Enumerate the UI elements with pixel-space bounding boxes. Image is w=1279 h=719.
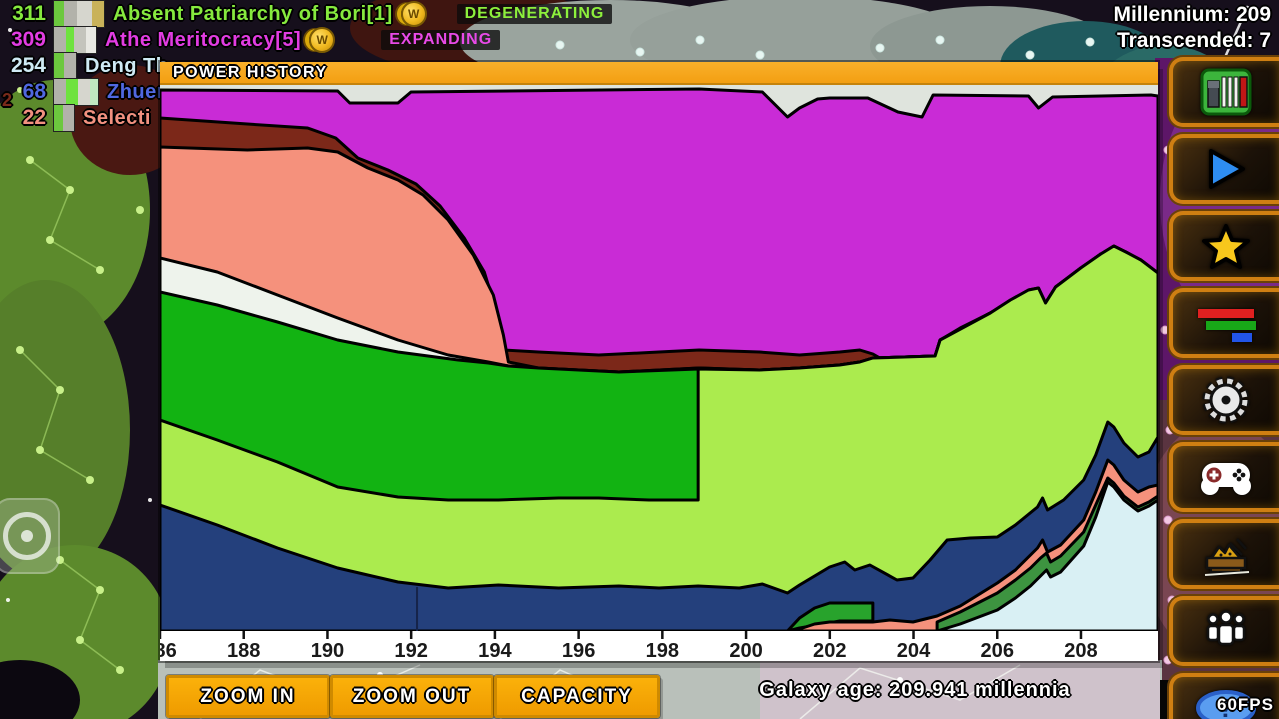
sidebar-button-library[interactable] (1169, 57, 1279, 127)
power-history-window: POWER HISTORY 186 188 190 192 194 196 198 200 20… (160, 62, 1158, 661)
x-axis-tick-label: 194 (478, 640, 512, 661)
settings-gear-icon (1201, 375, 1251, 425)
x-axis-tick-label: 196 (562, 640, 595, 661)
faction-power: 311 (0, 2, 46, 26)
faction-power-bar-icon (53, 78, 99, 106)
sidebar-button-sandbox[interactable] (1169, 519, 1279, 589)
capacity-button[interactable]: CAPACITY (494, 675, 660, 718)
faction-row-3[interactable]: 254 Deng Th (0, 53, 169, 79)
era-counters: Millennium: 209 Transcended: 7 (1113, 2, 1271, 54)
millennium-label: Millennium: 209 (1113, 2, 1271, 28)
war-coin-icon: W (401, 1, 427, 27)
sidebar-button-star[interactable] (1169, 211, 1279, 281)
x-axis-tick-label: 190 (311, 640, 344, 661)
screen: { "header": { "millennium": "Millennium:… (0, 0, 1279, 719)
factions-people-icon (1199, 606, 1253, 656)
faction-name: Zhuer (107, 81, 165, 104)
x-axis-tick-label: 208 (1064, 640, 1097, 661)
faction-row-1[interactable]: 311 Absent Patriarchy of Bori[1] W DEGENERA… (0, 1, 612, 27)
faction-power-bar-icon (53, 104, 75, 132)
sidebar-button-controller[interactable] (1169, 442, 1279, 512)
library-icon (1200, 67, 1252, 117)
x-axis-tick-label: 192 (394, 640, 427, 661)
faction-name: Absent Patriarchy of Bori[1] (113, 3, 393, 26)
faction-name: Deng Th (85, 55, 169, 78)
faction-power: 254 (0, 54, 46, 78)
x-axis-tick-label: 198 (646, 640, 679, 661)
sidebar-button-settings-gear[interactable] (1169, 365, 1279, 435)
spiral-icon (3, 512, 51, 560)
faction-power-bar-icon (53, 26, 97, 54)
galaxy-age-label: Galaxy age: 209.941 millennia (735, 679, 1095, 702)
sidebar-button-stats-bars[interactable] (1169, 288, 1279, 358)
window-titlebar[interactable]: POWER HISTORY (160, 62, 1158, 85)
play-icon (1203, 147, 1249, 191)
transcended-label: Transcended: 7 (1113, 28, 1271, 54)
faction-power-bar-icon (53, 0, 105, 28)
sandbox-icon (1197, 529, 1255, 579)
faction-row-4[interactable]: 68Zhuer (0, 79, 165, 105)
x-axis-tick-label: 206 (981, 640, 1014, 661)
faction-power: 309 (0, 28, 46, 52)
star-icon (1201, 223, 1251, 270)
stray-counter: 2 (2, 90, 12, 111)
faction-row-5[interactable]: 22Selecti (0, 105, 151, 131)
zoom-in-button[interactable]: ZOOM IN (166, 675, 330, 718)
faction-status-badge: DEGENERATING (457, 4, 613, 24)
x-axis-tick-label: 188 (227, 640, 260, 661)
faction-status-badge: EXPANDING (381, 30, 500, 50)
x-axis-tick-label: 202 (813, 640, 846, 661)
spiral-widget[interactable] (0, 498, 60, 574)
fps-counter: 60FPS (1217, 695, 1274, 715)
sidebar: ? (1169, 57, 1279, 719)
faction-row-2[interactable]: 309 Athe Meritocracy[5] W EXPANDING (0, 27, 500, 53)
faction-name: Athe Meritocracy[5] (105, 29, 301, 52)
sidebar-button-factions-people[interactable] (1169, 596, 1279, 666)
zoom-out-button[interactable]: ZOOM OUT (330, 675, 494, 718)
faction-power-bar-icon (53, 52, 77, 80)
x-axis-tick-label: 204 (897, 640, 931, 661)
x-axis-tick-label: 186 (160, 640, 177, 661)
stats-bars-icon (1194, 301, 1258, 345)
window-title: POWER HISTORY (160, 64, 328, 82)
sidebar-button-play[interactable] (1169, 134, 1279, 204)
x-axis-tick-label: 200 (729, 640, 762, 661)
war-coin-icon: W (309, 27, 335, 53)
faction-name: Selecti (83, 107, 151, 130)
controller-icon (1197, 455, 1255, 499)
power-history-chart: 186 188 190 192 194 196 198 200 202 204 206 208 (160, 85, 1158, 661)
